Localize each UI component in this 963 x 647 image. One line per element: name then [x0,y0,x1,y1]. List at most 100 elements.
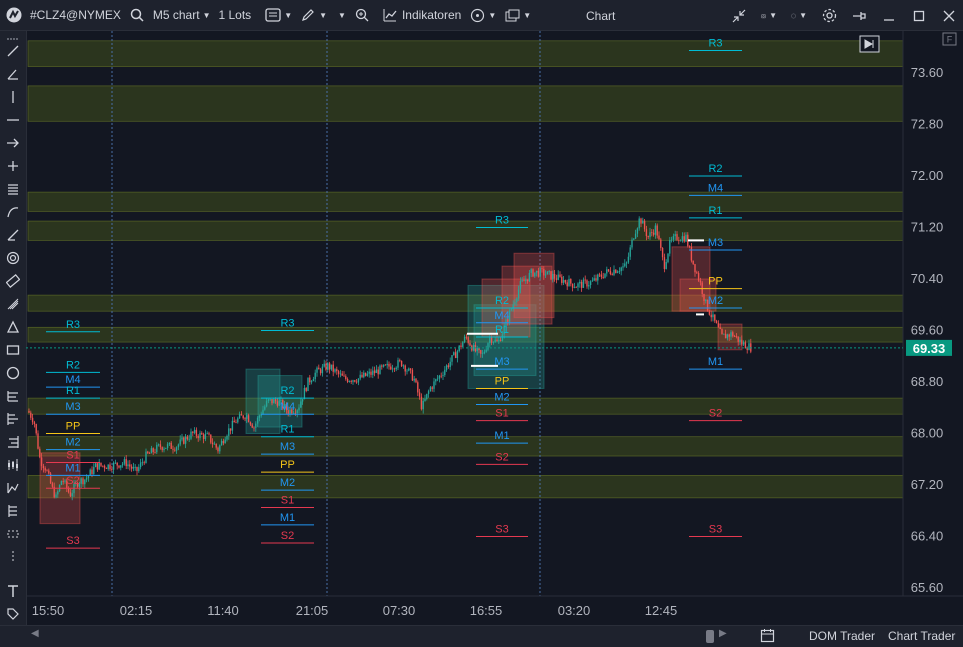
ladder-icon[interactable] [5,503,21,519]
parallel-lines-icon[interactable] [5,181,21,197]
pin-icon[interactable] [851,8,867,24]
candle-body [552,273,554,280]
collapse-icon[interactable] [731,8,747,24]
minimize-icon[interactable] [881,8,897,24]
candle-body [39,448,41,458]
gear-icon[interactable] [821,8,837,24]
crosshair-dropdown[interactable]: ▼ [465,0,500,31]
candle-body [384,364,387,366]
candle-body [93,467,95,474]
curve-icon[interactable] [5,204,21,220]
candle-body [721,329,723,334]
candle-body [607,269,610,271]
color-dropdown[interactable]: ▼ [331,0,350,31]
ruler-icon[interactable] [5,273,21,289]
candle-body [670,239,673,241]
candle-body [444,369,446,376]
pivot-label-r3: R3 [708,37,722,49]
maximize-icon[interactable] [911,8,927,24]
lots-dropdown[interactable]: 1 Lots [214,0,255,31]
app-logo[interactable] [0,0,26,31]
zoom-button[interactable] [350,0,374,31]
angle-line-icon[interactable] [5,66,21,82]
horizontal-scrollbar[interactable] [706,630,714,643]
candle-body [667,253,669,263]
price-chart[interactable]: R3R2M4R1M3PPM2S1M1S2S3R3R2M4R1M3PPM2S1M1… [26,31,963,625]
indicators-button[interactable]: Indikatoren [378,0,465,31]
levels-icon[interactable] [5,434,21,450]
scroll-left-icon[interactable]: ◀ [31,628,39,639]
candle-body [418,392,421,397]
candle-body [460,345,462,347]
candle-body [483,351,486,354]
dom-trader-button[interactable]: DOM Trader [809,629,875,643]
ellipse-icon[interactable] [5,365,21,381]
zone-band [27,294,904,312]
candle-body [726,334,729,339]
camera-icon[interactable]: ▼ [761,8,777,24]
candle-body [57,491,59,495]
timeframe-dropdown[interactable]: M5 chart ▼ [149,0,215,31]
candle-body [492,341,495,343]
chart-trader-button[interactable]: Chart Trader [888,629,955,643]
symbol-selector[interactable]: #CLZ4@NYMEX [26,0,125,31]
candle-body [561,276,563,283]
text-tool-icon[interactable] [5,583,21,599]
tag-icon[interactable] [5,606,21,622]
candle-body [456,351,459,359]
candle-body [656,225,658,236]
candle-body [121,463,124,466]
candle-body [375,369,378,374]
close-icon[interactable] [941,8,957,24]
dashed-rect-icon[interactable] [5,526,21,542]
candle-body [310,381,313,383]
symbol-search-button[interactable] [125,0,149,31]
vertical-line-icon[interactable] [5,89,21,105]
arrow-icon[interactable] [5,135,21,151]
search-icon [129,7,145,23]
candle-body [717,323,720,328]
crosshair-tool-icon[interactable] [5,158,21,174]
logo-icon [6,7,22,23]
candle-body [332,364,334,372]
candle-body [195,429,198,436]
candle-body [710,314,712,318]
candle-body [559,274,561,277]
layout-dropdown[interactable]: ▼ [500,0,535,31]
fib-icon[interactable] [5,296,21,312]
calendar-icon[interactable] [760,628,775,646]
candle-body [215,443,217,448]
gann-icon[interactable] [5,411,21,427]
ray-icon[interactable] [5,227,21,243]
candle-body [145,451,147,463]
projection-icon[interactable] [5,480,21,496]
candle-body [485,349,487,352]
candle-body [352,380,354,382]
spiral-icon[interactable] [5,250,21,266]
indicators-icon [382,7,398,23]
chart-type-dropdown[interactable]: ▼ [261,0,296,31]
candle-body [204,433,207,440]
candle-body [429,387,432,392]
candle-body [103,465,106,469]
candles-tool-icon[interactable] [5,457,21,473]
pitchfork-icon[interactable] [5,388,21,404]
scroll-right-icon[interactable]: ▶ [719,628,727,639]
time-tick-label: 15:50 [32,603,65,618]
horizontal-line-icon[interactable] [5,112,21,128]
rectangle-icon[interactable] [5,342,21,358]
candle-body [339,373,342,375]
trend-line-icon[interactable] [5,43,21,59]
theme-circle-icon[interactable]: ▼ [791,8,807,24]
pivot-label-r1: R1 [66,385,80,397]
pivot-label-r1: R1 [280,424,294,436]
candle-body [312,379,315,382]
candle-body [226,435,228,440]
candle-body [579,281,581,284]
candle-body [708,310,711,315]
drawing-tool-dropdown[interactable]: ▼ [296,0,331,31]
candle-body [678,239,680,241]
candle-body [139,462,142,468]
dashed-line-icon[interactable] [5,549,21,565]
triangle-icon[interactable] [5,319,21,335]
